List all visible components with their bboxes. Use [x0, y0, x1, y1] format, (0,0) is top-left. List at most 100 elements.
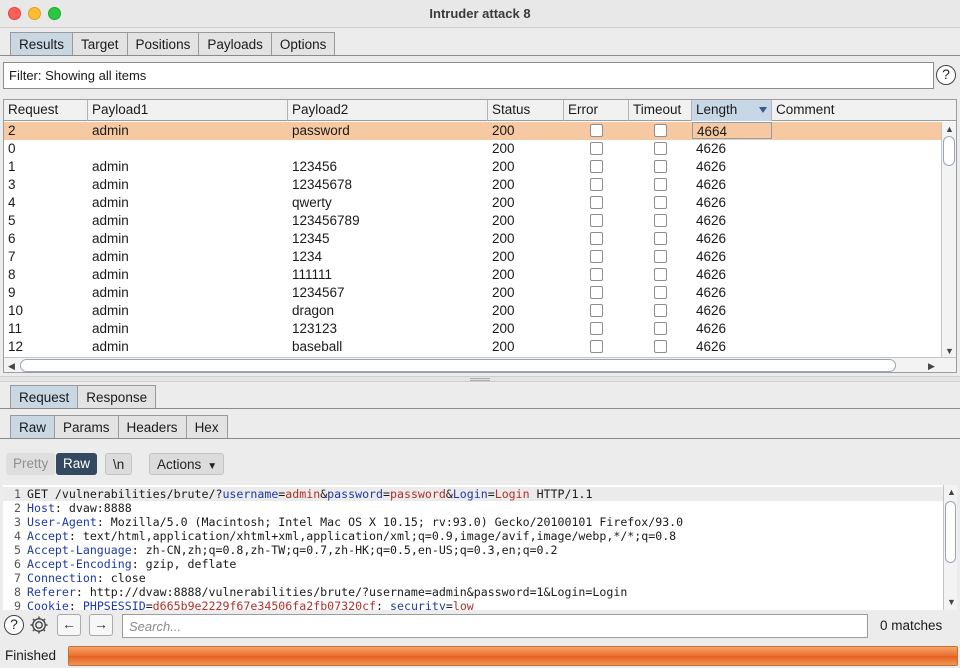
header-key: security	[390, 599, 446, 610]
request-line: 7 Connection: close	[3, 571, 943, 585]
column-timeout[interactable]: Timeout	[629, 100, 692, 121]
table-row[interactable]: 5 admin 123456789 200 4626	[4, 212, 941, 230]
line-number: 4	[14, 529, 21, 543]
column-request[interactable]: Request	[4, 100, 88, 121]
splitter-grip-icon[interactable]	[470, 378, 490, 381]
cell-comment	[772, 266, 776, 284]
help-icon[interactable]: ?	[936, 65, 956, 85]
pretty-button[interactable]: Pretty	[6, 453, 56, 475]
editor-scroll-down-icon[interactable]: ▼	[947, 597, 956, 607]
table-row[interactable]: 9 admin 1234567 200 4626	[4, 284, 941, 302]
editor-vertical-scroll-thumb[interactable]	[945, 501, 956, 563]
line-number: 5	[14, 543, 21, 557]
header-key: PHPSESSID	[82, 599, 146, 610]
next-match-button[interactable]: →	[89, 614, 113, 636]
table-vertical-scrollbar[interactable]: ▲ ▼	[941, 122, 956, 358]
code-text: =	[145, 599, 153, 610]
code-text: : close	[96, 571, 146, 585]
filter-bar[interactable]: Filter: Showing all items	[3, 62, 934, 89]
table-row[interactable]: 0 200 4626	[4, 140, 941, 158]
code-text: GET /vulnerabilities/brute/?	[27, 487, 223, 501]
editor-scroll-up-icon[interactable]: ▲	[947, 487, 956, 497]
scroll-up-icon[interactable]: ▲	[945, 124, 954, 134]
cell-payload1: admin	[92, 213, 129, 228]
tab-target[interactable]: Target	[72, 32, 128, 56]
scroll-right-icon[interactable]: ▶	[928, 361, 935, 371]
cell-request: 4	[8, 195, 16, 210]
tab-request[interactable]: Request	[10, 385, 79, 409]
actions-dropdown[interactable]: Actions ▼	[149, 453, 225, 475]
raw-button[interactable]: Raw	[56, 453, 98, 475]
header-key: password	[327, 487, 384, 501]
cell-length: 4626	[696, 285, 727, 300]
tab-params[interactable]: Params	[54, 415, 119, 439]
help-icon[interactable]: ?	[4, 615, 24, 635]
table-row[interactable]: 12 admin baseball 200 4626	[4, 338, 941, 356]
cell-length: 4626	[696, 321, 727, 336]
line-number: 6	[14, 557, 21, 571]
view-tabs: Raw Params Headers Hex	[10, 415, 228, 439]
code-text: : dvaw:8888	[54, 501, 132, 515]
scroll-down-icon[interactable]: ▼	[945, 346, 954, 356]
column-payload1[interactable]: Payload1	[88, 100, 288, 121]
tab-payloads[interactable]: Payloads	[198, 32, 272, 56]
gear-icon[interactable]	[28, 614, 50, 636]
line-number: 1	[14, 487, 21, 501]
error-checkbox	[590, 160, 603, 173]
cell-comment	[772, 122, 776, 140]
code-text: : http://dvaw:8888/vulnerabilities/brute…	[75, 585, 628, 599]
code-text: &	[445, 487, 453, 501]
scroll-left-icon[interactable]: ◀	[8, 361, 15, 371]
error-checkbox	[590, 196, 603, 209]
tab-headers[interactable]: Headers	[117, 415, 187, 439]
cell-status: 200	[492, 249, 515, 264]
cell-comment	[772, 230, 776, 248]
table-row[interactable]: 8 admin 111111 200 4626	[4, 266, 941, 284]
cell-comment	[772, 176, 776, 194]
timeout-checkbox	[654, 304, 667, 317]
code-text: =	[487, 487, 495, 501]
table-row[interactable]: 7 admin 1234 200 4626	[4, 248, 941, 266]
tab-options[interactable]: Options	[270, 32, 336, 56]
line-code: Accept: text/html,application/xhtml+xml,…	[27, 529, 676, 543]
table-row[interactable]: 1 admin 123456 200 4626	[4, 158, 941, 176]
tab-results[interactable]: Results	[10, 32, 74, 56]
column-status[interactable]: Status	[488, 100, 564, 121]
request-line: 2 Host: dvaw:8888	[3, 501, 943, 515]
column-comment[interactable]: Comment	[772, 100, 956, 121]
table-row[interactable]: 11 admin 123123 200 4626	[4, 320, 941, 338]
cell-comment	[772, 158, 776, 176]
timeout-checkbox	[654, 196, 667, 209]
table-row[interactable]: 6 admin 12345 200 4626	[4, 230, 941, 248]
param-value: d665b9e2229f67e34506fa2fb07320cf	[152, 599, 377, 610]
table-horizontal-scrollbar[interactable]: ◀ ▶	[4, 357, 956, 372]
tab-positions[interactable]: Positions	[126, 32, 200, 56]
previous-match-button[interactable]: ←	[57, 614, 81, 636]
column-length[interactable]: Length	[692, 100, 772, 121]
table-row[interactable]: 2 admin password 200 4664	[4, 122, 941, 140]
editor-vertical-scrollbar[interactable]: ▲ ▼	[943, 485, 957, 610]
newline-toggle-button[interactable]: \n	[105, 453, 133, 475]
cell-comment	[772, 338, 776, 356]
timeout-checkbox	[654, 214, 667, 227]
column-error[interactable]: Error	[564, 100, 629, 121]
pane-splitter[interactable]	[0, 376, 960, 382]
table-vertical-scroll-thumb[interactable]	[943, 136, 955, 166]
tab-response[interactable]: Response	[77, 385, 157, 409]
search-input[interactable]	[122, 614, 868, 638]
tab-hex[interactable]: Hex	[185, 415, 228, 439]
table-row[interactable]: 3 admin 12345678 200 4626	[4, 176, 941, 194]
line-code: Accept-Language: zh-CN,zh;q=0.8,zh-TW;q=…	[27, 543, 558, 557]
header-key: Connection	[27, 571, 97, 585]
left-arrow-icon: ←	[62, 616, 76, 632]
error-checkbox	[590, 304, 603, 317]
column-payload2[interactable]: Payload2	[288, 100, 488, 121]
cell-status: 200	[492, 321, 515, 336]
code-text: : Mozilla/5.0 (Macintosh; Intel Mac OS X…	[96, 515, 684, 529]
table-horizontal-scroll-thumb[interactable]	[20, 359, 896, 372]
table-row[interactable]: 10 admin dragon 200 4626	[4, 302, 941, 320]
request-line: 3 User-Agent: Mozilla/5.0 (Macintosh; Int…	[3, 515, 943, 529]
tab-raw[interactable]: Raw	[10, 415, 56, 439]
table-row[interactable]: 4 admin qwerty 200 4626	[4, 194, 941, 212]
raw-request-editor[interactable]: 1 GET /vulnerabilities/brute/?username = ad…	[3, 485, 957, 610]
